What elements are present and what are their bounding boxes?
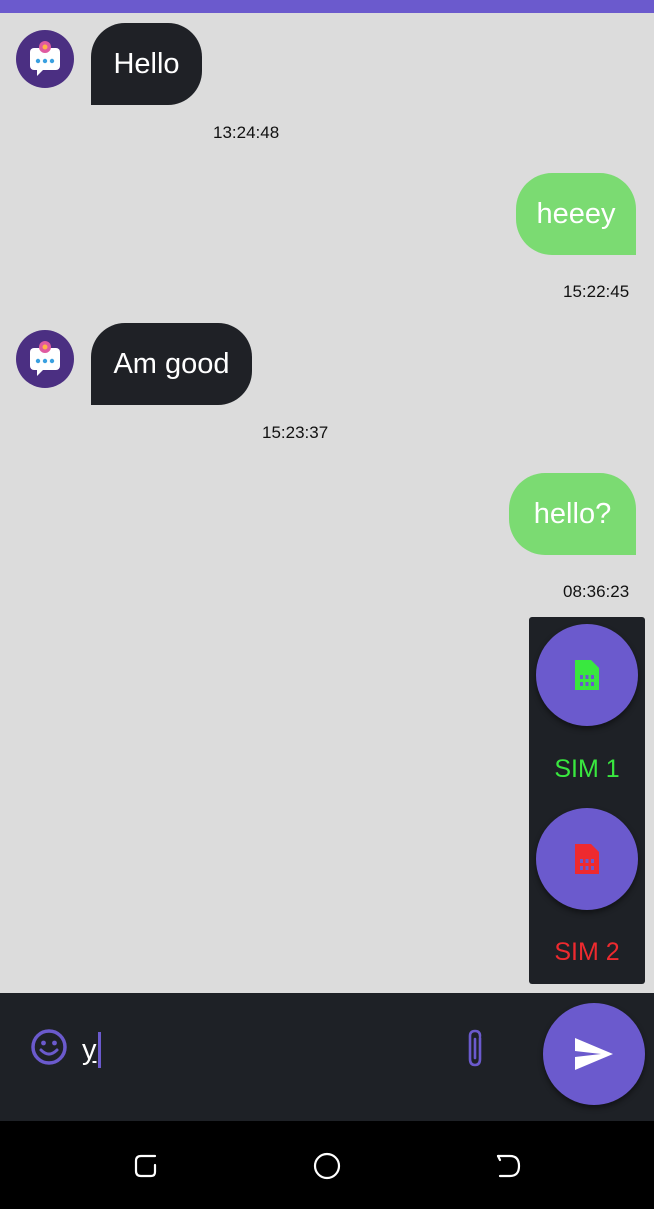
outgoing-message-bubble[interactable]: heeey [516, 173, 636, 255]
incoming-message-bubble[interactable]: Hello [91, 23, 202, 105]
recent-apps-button[interactable] [131, 1151, 161, 1181]
chat-bot-icon [30, 341, 60, 376]
incoming-message-bubble[interactable]: Am good [91, 323, 252, 405]
top-status-strip [0, 0, 654, 13]
back-button[interactable] [494, 1151, 524, 1181]
sim-picker-panel: SIM 1 SIM 2 [529, 617, 645, 984]
recent-apps-icon [134, 1154, 157, 1178]
text-cursor [97, 1032, 101, 1068]
message-text: heeey [536, 197, 616, 230]
sim2-label[interactable]: SIM 2 [529, 938, 645, 967]
message-timestamp: 08:36:23 [563, 582, 630, 601]
paperclip-icon [468, 1029, 482, 1067]
emoji-button[interactable] [30, 1028, 68, 1066]
contact-avatar [16, 30, 74, 88]
message-input-value: y [82, 1034, 97, 1066]
sim2-button[interactable] [536, 808, 638, 910]
home-icon [313, 1152, 341, 1180]
sim1-label[interactable]: SIM 1 [529, 755, 645, 784]
outgoing-message-bubble[interactable]: hello? [509, 473, 636, 555]
message-input[interactable]: y [82, 1030, 442, 1070]
message-text: Hello [113, 47, 180, 80]
message-timestamp: 15:22:45 [563, 282, 630, 301]
sim-card-icon [575, 844, 599, 874]
message-text: Am good [113, 347, 230, 380]
system-navigation-bar [0, 1121, 654, 1209]
sim-card-icon [575, 660, 599, 690]
send-icon [575, 1038, 613, 1070]
message-text: hello? [533, 497, 612, 530]
back-icon [496, 1154, 521, 1178]
send-button[interactable] [543, 1003, 645, 1105]
sim1-button[interactable] [536, 624, 638, 726]
attach-button[interactable] [462, 1028, 488, 1070]
contact-avatar [16, 330, 74, 388]
emoji-icon [31, 1029, 67, 1065]
chat-bot-icon [30, 41, 60, 76]
message-timestamp: 13:24:48 [213, 123, 280, 142]
home-button[interactable] [312, 1151, 342, 1181]
message-timestamp: 15:23:37 [262, 423, 329, 442]
